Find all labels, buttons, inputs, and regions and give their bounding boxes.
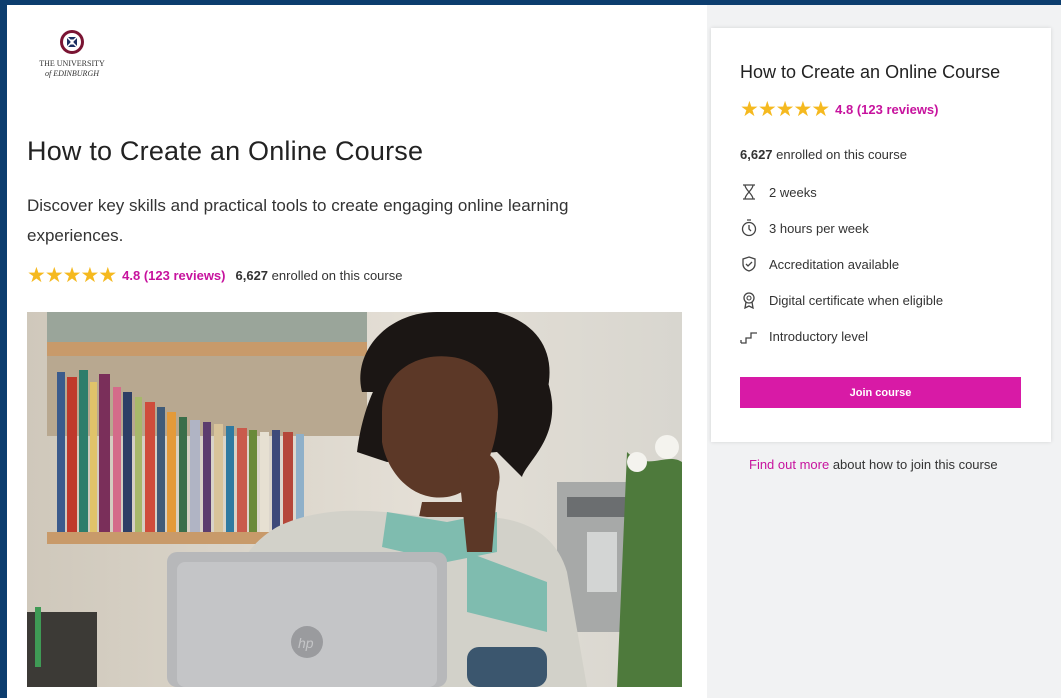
detail-level: Introductory level xyxy=(740,327,868,345)
page: THE UNIVERSITY of EDINBURGH How to Creat… xyxy=(7,5,1061,698)
card-rating-row: ★ ★ ★ ★ ★ 4.8 (123 reviews) xyxy=(740,99,939,120)
detail-weekly-hours-text: 3 hours per week xyxy=(769,220,869,236)
enrolled-label: enrolled on this course xyxy=(271,268,403,283)
enrolled-count: 6,627 enrolled on this course xyxy=(236,268,403,283)
star-icon: ★ xyxy=(80,264,100,287)
detail-level-text: Introductory level xyxy=(769,328,868,344)
logo-line2: of EDINBURGH xyxy=(45,69,99,78)
detail-duration-text: 2 weeks xyxy=(769,184,817,200)
stopwatch-icon xyxy=(740,219,758,237)
detail-certificate: Digital certificate when eligible xyxy=(740,291,943,309)
star-icon: ★ xyxy=(44,264,64,287)
star-icon: ★ xyxy=(62,264,82,287)
course-summary-card: How to Create an Online Course ★ ★ ★ ★ ★… xyxy=(711,28,1051,442)
course-title: How to Create an Online Course xyxy=(27,136,424,166)
hero-photo: hp xyxy=(27,312,682,687)
star-icon: ★ xyxy=(98,264,118,287)
detail-accreditation: Accreditation available xyxy=(740,255,899,273)
university-logo[interactable]: THE UNIVERSITY of EDINBURGH xyxy=(27,29,117,79)
university-name: THE UNIVERSITY of EDINBURGH xyxy=(27,59,117,79)
course-hero-image: hp xyxy=(27,312,682,687)
card-course-title: How to Create an Online Course xyxy=(740,62,1001,82)
svg-text:hp: hp xyxy=(298,635,314,651)
star-icon: ★ xyxy=(775,98,795,121)
star-icon: ★ xyxy=(811,98,831,121)
shield-check-icon xyxy=(740,255,758,273)
card-enrolled-count: 6,627 enrolled on this course xyxy=(740,147,907,162)
join-info: Find out more about how to join this cou… xyxy=(749,457,998,472)
course-intro-panel: THE UNIVERSITY of EDINBURGH How to Creat… xyxy=(7,5,707,698)
university-crest-icon xyxy=(60,30,84,54)
join-info-text: about how to join this course xyxy=(832,457,998,472)
star-icon: ★ xyxy=(740,98,759,121)
star-icon: ★ xyxy=(793,98,813,121)
certificate-icon xyxy=(740,291,758,309)
course-description: Discover key skills and practical tools … xyxy=(27,196,569,245)
hourglass-icon xyxy=(740,183,758,201)
star-icon: ★ xyxy=(757,98,777,121)
find-out-more-link[interactable]: Find out more xyxy=(749,457,829,472)
steps-icon xyxy=(740,327,758,345)
star-rating: ★ ★ ★ ★ ★ xyxy=(27,264,118,287)
card-enrolled-label: enrolled on this course xyxy=(776,147,907,162)
detail-duration: 2 weeks xyxy=(740,183,817,201)
join-course-button[interactable]: Join course xyxy=(740,377,1021,408)
detail-certificate-text: Digital certificate when eligible xyxy=(769,292,944,308)
rating-reviews-link[interactable]: 4.8 (123 reviews) xyxy=(122,268,225,283)
course-rating-row: ★ ★ ★ ★ ★ 4.8 (123 reviews) 6,627 enroll… xyxy=(27,265,402,286)
enrolled-number: 6,627 xyxy=(235,268,269,283)
star-rating: ★ ★ ★ ★ ★ xyxy=(740,98,831,121)
card-enrolled-number: 6,627 xyxy=(740,147,773,162)
detail-weekly-hours: 3 hours per week xyxy=(740,219,869,237)
card-rating-reviews-link[interactable]: 4.8 (123 reviews) xyxy=(835,102,938,117)
detail-accreditation-text: Accreditation available xyxy=(769,256,900,272)
logo-line1: THE UNIVERSITY xyxy=(39,59,105,68)
star-icon: ★ xyxy=(27,264,46,287)
